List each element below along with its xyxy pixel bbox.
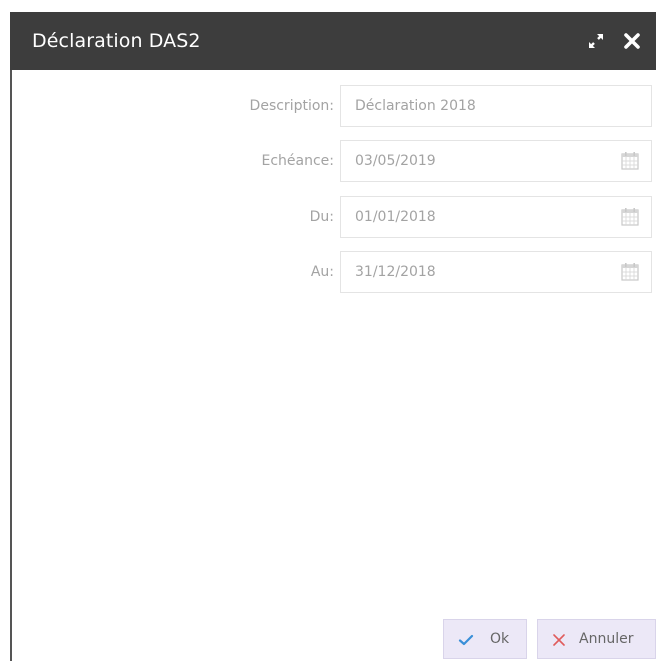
dialog-titlebar[interactable]: Déclaration DAS2 [10, 12, 656, 70]
checkmark-icon [458, 634, 474, 646]
description-label: Description: [249, 98, 334, 114]
ok-button[interactable]: Ok [443, 619, 527, 659]
dialog-title: Déclaration DAS2 [32, 30, 201, 52]
close-icon[interactable] [622, 31, 642, 51]
cancel-button[interactable]: Annuler [537, 619, 656, 659]
du-date-input[interactable] [340, 196, 652, 238]
echeance-label: Echéance: [261, 153, 334, 169]
close-icon [553, 634, 565, 646]
echeance-date-input[interactable] [340, 140, 652, 182]
declaration-dialog: Déclaration DAS2 Description: Echéance: [10, 12, 656, 661]
calendar-icon[interactable] [621, 207, 639, 226]
description-input[interactable] [340, 85, 652, 127]
au-date-input[interactable] [340, 251, 652, 293]
maximize-icon[interactable] [586, 31, 606, 51]
du-label: Du: [309, 209, 334, 225]
du-row: Du: [12, 196, 656, 238]
cancel-button-label: Annuler [579, 631, 634, 647]
au-label: Au: [310, 264, 334, 280]
calendar-icon[interactable] [621, 151, 639, 170]
description-row: Description: [12, 85, 656, 127]
echeance-row: Echéance: [12, 140, 656, 182]
ok-button-label: Ok [490, 631, 510, 647]
calendar-icon[interactable] [621, 262, 639, 281]
au-row: Au: [12, 251, 656, 293]
